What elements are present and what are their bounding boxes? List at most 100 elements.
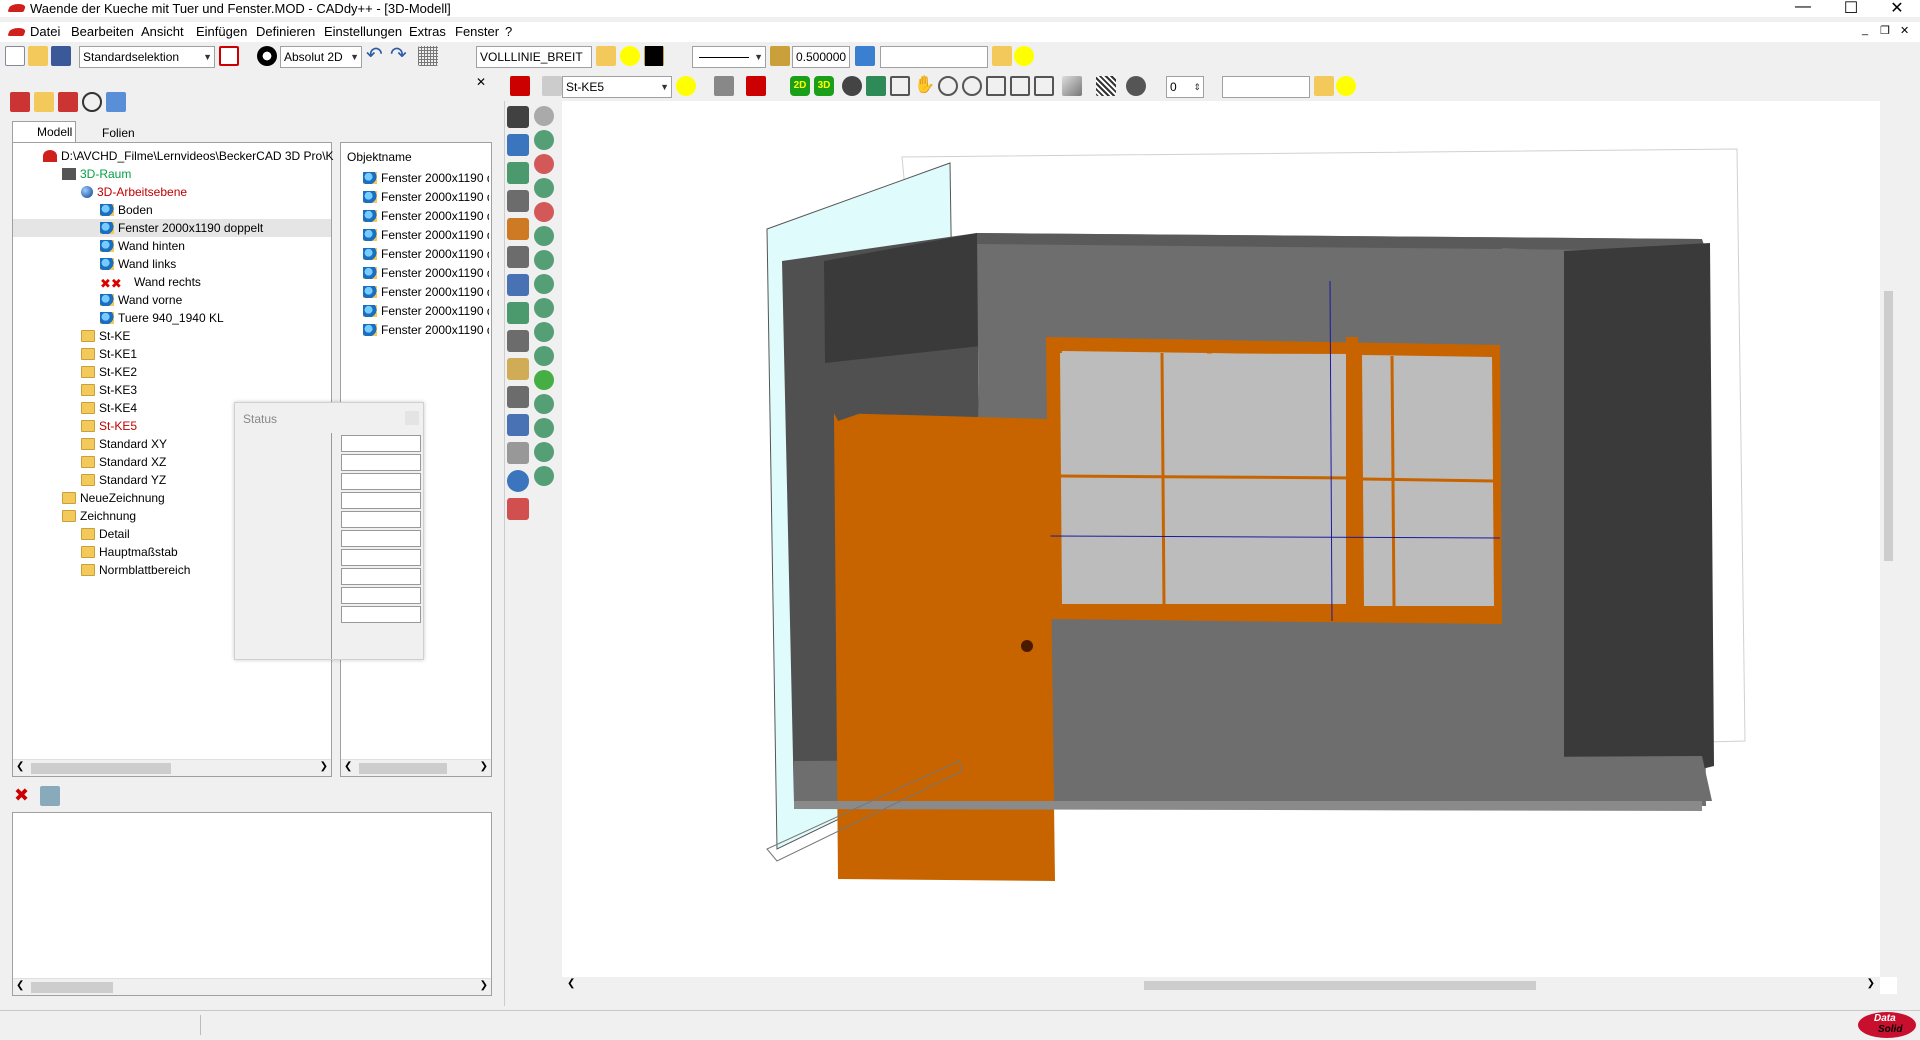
draw-tool-icon[interactable] bbox=[507, 414, 529, 436]
scroll-right-icon[interactable]: ❯ bbox=[480, 980, 488, 991]
menu-fenster[interactable]: Fenster bbox=[455, 24, 499, 39]
folder-bulb-icon-2[interactable] bbox=[1314, 76, 1334, 96]
construct-tool-icon[interactable] bbox=[534, 298, 554, 318]
draw-tool-icon[interactable] bbox=[507, 190, 529, 212]
tree-item[interactable]: ✖✖ Wand rechts bbox=[100, 273, 201, 291]
panel-tool-3-icon[interactable] bbox=[58, 92, 78, 112]
save-icon[interactable] bbox=[51, 46, 71, 66]
tree-item[interactable]: Hauptmaßstab bbox=[81, 543, 178, 561]
draw-tool-icon[interactable] bbox=[507, 442, 529, 464]
status-field[interactable] bbox=[341, 606, 421, 623]
tree-item[interactable]: Zeichnung bbox=[62, 507, 136, 525]
mdi-restore-button[interactable]: ❐ bbox=[1880, 24, 1890, 37]
rotate-view-icon[interactable] bbox=[842, 76, 862, 96]
layer-bulb-icon[interactable] bbox=[596, 46, 616, 66]
construct-tool-icon[interactable] bbox=[534, 202, 554, 222]
color-picker-icon[interactable] bbox=[219, 46, 239, 66]
status-field[interactable] bbox=[341, 492, 421, 509]
panel-tool-1-icon[interactable] bbox=[10, 92, 30, 112]
draw-tool-icon[interactable] bbox=[507, 246, 529, 268]
construct-tool-icon[interactable] bbox=[534, 370, 554, 390]
draw-tool-icon[interactable] bbox=[507, 106, 529, 128]
selection-mode-select[interactable]: Standardselektion ▼ bbox=[79, 46, 215, 68]
construct-tool-icon[interactable] bbox=[534, 130, 554, 150]
width-layers-icon[interactable] bbox=[770, 46, 790, 66]
tree-item[interactable]: St-KE5 bbox=[81, 417, 137, 435]
redraw-icon[interactable] bbox=[1034, 76, 1054, 96]
tree-item[interactable]: Detail bbox=[81, 525, 130, 543]
scroll-right-icon[interactable]: ❯ bbox=[320, 761, 328, 772]
tree-scroll-thumb[interactable] bbox=[31, 763, 171, 774]
pan-hand-icon[interactable]: ✋ bbox=[914, 76, 935, 96]
properties-scroll-thumb[interactable] bbox=[31, 982, 113, 993]
viewport-hscroll-thumb[interactable] bbox=[1144, 981, 1536, 990]
redo-icon[interactable]: ↷ bbox=[390, 45, 410, 66]
tree-item[interactable]: St-KE3 bbox=[81, 381, 137, 399]
tree-item[interactable]: 3D-Raum bbox=[62, 165, 131, 183]
tree-item[interactable]: Standard XZ bbox=[81, 453, 166, 471]
construct-tool-icon[interactable] bbox=[534, 442, 554, 462]
menu-help[interactable]: ? bbox=[505, 24, 512, 39]
status-field[interactable] bbox=[341, 568, 421, 585]
scroll-left-icon[interactable]: ❮ bbox=[567, 978, 575, 989]
draw-tool-icon[interactable] bbox=[507, 330, 529, 352]
tree-item[interactable]: Fenster 2000x1190 doppelt bbox=[13, 219, 331, 237]
status-field[interactable] bbox=[341, 587, 421, 604]
view-3d-button[interactable]: 3D bbox=[814, 76, 834, 96]
status-field[interactable] bbox=[341, 435, 421, 452]
tree-item[interactable]: St-KE bbox=[81, 327, 130, 345]
linewidth-field[interactable]: 0.500000 bbox=[792, 46, 850, 68]
undo-icon[interactable]: ↶ bbox=[366, 45, 386, 66]
scroll-left-icon[interactable]: ❮ bbox=[16, 980, 24, 991]
menu-einstellungen[interactable]: Einstellungen bbox=[324, 24, 402, 39]
draw-tool-icon[interactable] bbox=[507, 274, 529, 296]
construct-tool-icon[interactable] bbox=[534, 274, 554, 294]
construct-tool-icon[interactable] bbox=[534, 394, 554, 414]
scroll-left-icon[interactable]: ❮ bbox=[344, 761, 352, 772]
mdi-minimize-button[interactable]: _ bbox=[1862, 24, 1868, 36]
tree-item[interactable]: St-KE4 bbox=[81, 399, 137, 417]
zoom-out-icon[interactable] bbox=[962, 76, 982, 96]
panel-tool-2-icon[interactable] bbox=[34, 92, 54, 112]
3d-viewport[interactable]: ❮ ❯ bbox=[562, 101, 1897, 994]
construct-tool-icon[interactable] bbox=[534, 154, 554, 174]
shaded-cube-icon[interactable] bbox=[1062, 76, 1082, 96]
draw-tool-icon[interactable] bbox=[507, 302, 529, 324]
status-close-icon[interactable] bbox=[405, 411, 419, 425]
object-list-item[interactable]: Fenster 2000x1190 do bbox=[363, 283, 489, 301]
status-field[interactable] bbox=[341, 473, 421, 490]
tree-item[interactable]: Boden bbox=[100, 201, 153, 219]
draw-tool-icon[interactable] bbox=[507, 218, 529, 240]
scroll-left-icon[interactable]: ❮ bbox=[16, 761, 24, 772]
scroll-right-icon[interactable]: ❯ bbox=[480, 761, 488, 772]
tree-item[interactable]: NeueZeichnung bbox=[62, 489, 165, 507]
tree-hscrollbar[interactable]: ❮ ❯ bbox=[13, 759, 331, 776]
orbit-icon[interactable] bbox=[866, 76, 886, 96]
menu-extras[interactable]: Extras bbox=[409, 24, 446, 39]
number-stepper[interactable]: 0 ⇕ bbox=[1166, 76, 1204, 98]
toolbar1-text-field[interactable] bbox=[880, 46, 988, 68]
open-folder-icon[interactable] bbox=[28, 46, 48, 66]
construct-tool-icon[interactable] bbox=[534, 178, 554, 198]
zoom-previous-icon[interactable] bbox=[1010, 76, 1030, 96]
draw-tool-icon[interactable] bbox=[507, 498, 529, 520]
construct-tool-icon[interactable] bbox=[534, 106, 554, 126]
status-field[interactable] bbox=[341, 454, 421, 471]
scroll-right-icon[interactable]: ❯ bbox=[1867, 978, 1875, 989]
layer-select[interactable]: St-KE5 ▼ bbox=[562, 76, 672, 98]
menu-definieren[interactable]: Definieren bbox=[256, 24, 315, 39]
hatch-icon[interactable] bbox=[1096, 76, 1116, 96]
draw-tool-icon[interactable] bbox=[507, 162, 529, 184]
menu-einfuegen[interactable]: Einfügen bbox=[196, 24, 247, 39]
close-button[interactable]: ✕ bbox=[1874, 0, 1920, 18]
object-list-item[interactable]: Fenster 2000x1190 do bbox=[363, 264, 489, 282]
tree-item[interactable]: Normblattbereich bbox=[81, 561, 190, 579]
tab-folien[interactable]: Folien bbox=[80, 123, 138, 142]
draw-tool-icon[interactable] bbox=[507, 386, 529, 408]
construct-tool-icon[interactable] bbox=[534, 466, 554, 486]
tree-item[interactable]: Tuere 940_1940 KL bbox=[100, 309, 224, 327]
view-2d-button[interactable]: 2D bbox=[790, 76, 810, 96]
layer-stack-icon[interactable] bbox=[855, 46, 875, 66]
zoom-all-icon[interactable] bbox=[986, 76, 1006, 96]
tree-item[interactable]: St-KE2 bbox=[81, 363, 137, 381]
